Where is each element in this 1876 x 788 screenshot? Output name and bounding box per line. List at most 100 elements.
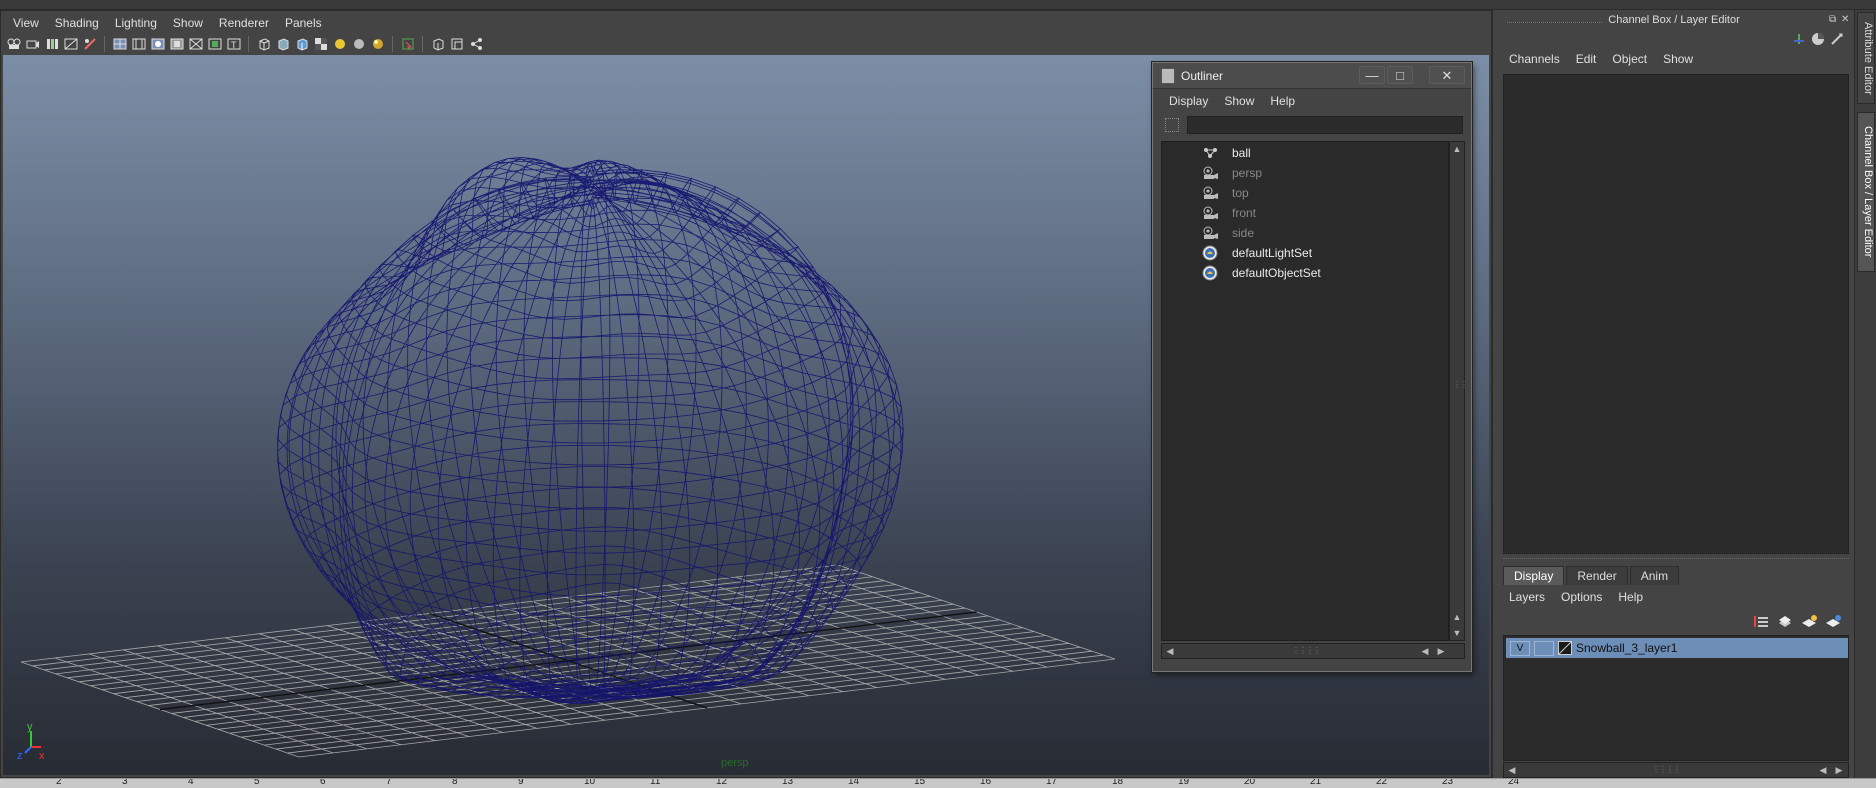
backface-culling-icon[interactable] xyxy=(448,36,465,53)
layer-editor-horizontal-scrollbar[interactable]: ◀ ⋮⋮⋮⋮ ◀ ▶ xyxy=(1503,762,1849,778)
menu-help[interactable]: Help xyxy=(1610,590,1651,604)
scroll-right-arrow-icon[interactable]: ▶ xyxy=(1832,763,1846,777)
camera-icon[interactable] xyxy=(5,36,22,53)
layer-row[interactable]: V Snowball_3_layer1 xyxy=(1506,638,1848,658)
outliner-item-front[interactable]: front xyxy=(1202,204,1256,222)
layer-name[interactable]: Snowball_3_layer1 xyxy=(1576,641,1677,655)
outliner-item-persp[interactable]: persp xyxy=(1202,164,1262,182)
panel-splitter[interactable] xyxy=(1503,558,1849,562)
manipulator-icon[interactable] xyxy=(1792,32,1806,49)
layer-color-swatch[interactable] xyxy=(1558,641,1572,655)
outliner-item-side[interactable]: side xyxy=(1202,224,1254,242)
create-layer-from-selected-icon[interactable] xyxy=(1824,614,1842,631)
grid-icon[interactable] xyxy=(111,36,128,53)
timeline-tick-label: 15 xyxy=(914,778,926,787)
outliner-horizontal-scrollbar[interactable]: ◀ ⋮⋮⋮⋮ ◀ ▶ xyxy=(1161,643,1465,659)
menu-lighting[interactable]: Lighting xyxy=(107,16,165,30)
minimize-button[interactable]: — xyxy=(1359,66,1385,84)
menu-view[interactable]: View xyxy=(5,16,47,30)
filter-icon[interactable] xyxy=(1165,118,1179,132)
drag-handle[interactable] xyxy=(1507,22,1602,23)
speed-icon[interactable] xyxy=(1811,32,1825,49)
close-icon[interactable]: ✕ xyxy=(1841,14,1849,25)
film-gate-view-icon[interactable] xyxy=(130,36,147,53)
axis-y-label: y xyxy=(27,721,33,733)
close-button[interactable]: ✕ xyxy=(1429,66,1465,84)
time-slider[interactable]: 2 3 4 5 6 7 8 9 10 11 12 13 14 15 16 17 18 19 20 21 22 23 24 xyxy=(0,778,1876,788)
menu-channels[interactable]: Channels xyxy=(1501,52,1568,66)
scroll-down-arrow-icon[interactable]: ▼ xyxy=(1450,626,1464,640)
move-layer-down-icon[interactable] xyxy=(1776,614,1794,631)
outliner-item-ball[interactable]: ball xyxy=(1202,144,1251,162)
safe-action-icon[interactable] xyxy=(206,36,223,53)
shadows-icon[interactable] xyxy=(350,36,367,53)
scroll-grip-icon[interactable]: ⋮⋮ xyxy=(1453,380,1468,389)
channel-box-area[interactable] xyxy=(1503,74,1849,554)
tab-attribute-editor[interactable]: Attribute Editor xyxy=(1857,12,1875,104)
smooth-shade-icon[interactable] xyxy=(274,36,291,53)
outliner-search-field[interactable] xyxy=(1187,116,1463,134)
timeline-tick-label: 19 xyxy=(1178,778,1190,787)
menu-renderer[interactable]: Renderer xyxy=(211,16,277,30)
float-panel-icon[interactable]: ⧉ xyxy=(1829,14,1836,25)
scroll-up-arrow-icon[interactable]: ▲ xyxy=(1450,142,1464,156)
menu-show[interactable]: Show xyxy=(165,16,211,30)
field-chart-icon[interactable] xyxy=(187,36,204,53)
menu-show[interactable]: Show xyxy=(1655,52,1701,66)
wireframe-icon[interactable] xyxy=(255,36,272,53)
scroll-left-arrow-icon[interactable]: ◀ xyxy=(1505,763,1519,777)
menu-panels[interactable]: Panels xyxy=(277,16,330,30)
xray-icon[interactable] xyxy=(429,36,446,53)
menu-object[interactable]: Object xyxy=(1604,52,1655,66)
isolate-select-icon[interactable] xyxy=(399,36,416,53)
layer-display-type-toggle[interactable] xyxy=(1534,640,1554,656)
resolution-gate-icon[interactable] xyxy=(149,36,166,53)
menu-shading[interactable]: Shading xyxy=(47,16,107,30)
skeleton-icon[interactable] xyxy=(467,36,484,53)
outliner-item-defaultobjectset[interactable]: defaultObjectSet xyxy=(1202,264,1321,282)
gate-mask-icon[interactable] xyxy=(168,36,185,53)
maximize-button[interactable]: □ xyxy=(1387,66,1413,84)
checker-icon[interactable] xyxy=(312,36,329,53)
safe-title-icon[interactable]: T xyxy=(225,36,242,53)
layer-visibility-toggle[interactable]: V xyxy=(1510,640,1530,656)
outliner-item-top[interactable]: top xyxy=(1202,184,1249,202)
menu-edit[interactable]: Edit xyxy=(1568,52,1605,66)
menu-show[interactable]: Show xyxy=(1216,93,1262,109)
film-gate-icon[interactable] xyxy=(62,36,79,53)
side-tab-strip: Attribute Editor Channel Box / Layer Edi… xyxy=(1854,10,1876,778)
move-layer-up-icon[interactable] xyxy=(1752,614,1770,631)
create-empty-layer-icon[interactable] xyxy=(1800,614,1818,631)
scroll-grip-icon[interactable]: ⋮⋮⋮⋮ xyxy=(1652,765,1681,774)
menu-help[interactable]: Help xyxy=(1262,93,1303,109)
grease-pencil-icon[interactable] xyxy=(81,36,98,53)
tab-anim[interactable]: Anim xyxy=(1629,566,1680,585)
tab-render[interactable]: Render xyxy=(1566,566,1628,585)
tab-channel-box-layer-editor[interactable]: Channel Box / Layer Editor xyxy=(1857,112,1875,272)
scroll-left-arrow-icon[interactable]: ◀ xyxy=(1418,644,1432,658)
menu-display[interactable]: Display xyxy=(1161,93,1216,109)
scroll-left-arrow-icon[interactable]: ◀ xyxy=(1163,644,1177,658)
panel-titlebar: Channel Box / Layer Editor ⧉ ✕ xyxy=(1493,14,1855,30)
outliner-item-defaultlightset[interactable]: defaultLightSet xyxy=(1202,244,1312,262)
menu-options[interactable]: Options xyxy=(1553,590,1610,604)
ambient-occlusion-icon[interactable] xyxy=(369,36,386,53)
outliner-vertical-scrollbar[interactable]: ▲ ⋮⋮ ▲ ▼ xyxy=(1449,141,1468,641)
tab-display[interactable]: Display xyxy=(1503,566,1565,585)
outliner-titlebar[interactable]: Outliner — □ ✕ xyxy=(1153,63,1471,89)
menu-layers[interactable]: Layers xyxy=(1501,590,1553,604)
set-icon xyxy=(1202,245,1220,261)
scroll-up-arrow-icon[interactable]: ▲ xyxy=(1450,610,1464,624)
top-strip xyxy=(0,0,1876,10)
hyperbolic-icon[interactable] xyxy=(1830,32,1844,49)
bookmark-icon[interactable] xyxy=(43,36,60,53)
scroll-grip-icon[interactable]: ⋮⋮⋮⋮ xyxy=(1292,646,1321,655)
scroll-right-arrow-icon[interactable]: ▶ xyxy=(1434,644,1448,658)
camera-icon xyxy=(1202,165,1220,181)
camera-attributes-icon[interactable] xyxy=(24,36,41,53)
textured-icon[interactable] xyxy=(293,36,310,53)
layer-list: V Snowball_3_layer1 xyxy=(1503,635,1849,761)
panel-title: Channel Box / Layer Editor xyxy=(1608,14,1740,26)
use-all-lights-icon[interactable] xyxy=(331,36,348,53)
scroll-left-arrow-icon[interactable]: ◀ xyxy=(1816,763,1830,777)
